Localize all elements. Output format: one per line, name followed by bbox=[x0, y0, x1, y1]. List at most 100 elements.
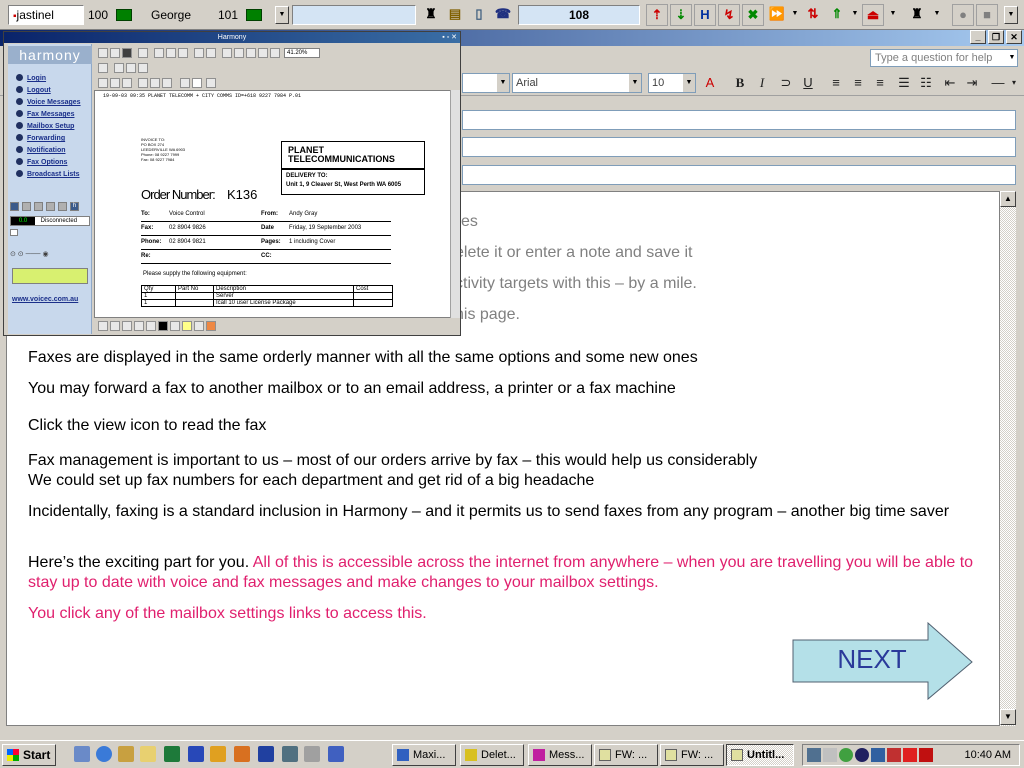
record-icon[interactable] bbox=[58, 202, 67, 211]
task-untitled[interactable]: Untitl... bbox=[726, 744, 794, 766]
style-combo[interactable]: ▼ bbox=[462, 73, 510, 93]
explorer-icon[interactable] bbox=[118, 746, 134, 762]
app-tray-icon[interactable] bbox=[903, 748, 917, 762]
nav-fax-messages[interactable]: Fax Messages bbox=[16, 110, 74, 118]
playback-slider[interactable]: ⊙ ⊙ ─── ◉ bbox=[10, 250, 90, 260]
pointer-icon[interactable] bbox=[98, 78, 108, 88]
messenger-icon[interactable] bbox=[919, 748, 933, 762]
transfer-icon[interactable]: ↯ bbox=[718, 4, 740, 26]
monitor-icon[interactable] bbox=[807, 748, 821, 762]
binoculars-icon[interactable]: ♜ bbox=[420, 4, 442, 26]
decrease-indent-icon[interactable]: ⇤ bbox=[940, 74, 960, 92]
subject-field[interactable] bbox=[462, 165, 1016, 185]
pickup-icon[interactable]: ⇡ bbox=[646, 4, 668, 26]
align-right-icon[interactable]: ≡ bbox=[870, 74, 890, 92]
forward-dropdown[interactable]: ▼ bbox=[788, 6, 802, 24]
contacts-icon[interactable]: ▤ bbox=[444, 4, 466, 26]
font-size-combo[interactable]: 10 ▼ bbox=[648, 73, 696, 93]
powerpoint-icon[interactable] bbox=[210, 746, 226, 762]
task-fw-2[interactable]: FW: ... bbox=[660, 744, 724, 766]
nav-voice-messages[interactable]: Voice Messages bbox=[16, 98, 81, 106]
italic-icon[interactable]: I bbox=[752, 74, 772, 92]
horizontal-line-icon[interactable]: — bbox=[988, 74, 1008, 92]
harmony-window[interactable]: Harmony ▪ ▫ ✕ harmony Login Logout Voice… bbox=[3, 31, 461, 336]
underline-icon[interactable]: U bbox=[798, 74, 818, 92]
bold-icon[interactable]: B bbox=[730, 74, 750, 92]
new-icon[interactable] bbox=[98, 48, 108, 58]
zoom-in-icon[interactable] bbox=[222, 48, 232, 58]
tools-icon[interactable] bbox=[304, 746, 320, 762]
page-icon[interactable] bbox=[270, 48, 280, 58]
vertical-scrollbar[interactable]: ▲ ▼ bbox=[1000, 191, 1016, 726]
fit-width-icon[interactable] bbox=[246, 48, 256, 58]
app-icon[interactable] bbox=[328, 746, 344, 762]
nav-forwarding[interactable]: Forwarding bbox=[16, 134, 65, 142]
save-icon[interactable] bbox=[122, 48, 132, 58]
text-tool-icon[interactable] bbox=[170, 321, 180, 331]
sync-icon[interactable] bbox=[871, 748, 885, 762]
image-tool-icon[interactable] bbox=[206, 321, 216, 331]
search-dropdown[interactable]: ▼ bbox=[930, 6, 944, 24]
record-icon[interactable]: ● bbox=[952, 4, 974, 26]
stop-icon[interactable]: ■ bbox=[976, 4, 998, 26]
select-icon[interactable] bbox=[110, 78, 120, 88]
hangup-icon[interactable]: ⇣ bbox=[670, 4, 692, 26]
task-maxi[interactable]: Maxi... bbox=[392, 744, 456, 766]
nav-logout[interactable]: Logout bbox=[16, 86, 51, 94]
copy-icon[interactable] bbox=[166, 48, 176, 58]
search-files-icon[interactable] bbox=[140, 746, 156, 762]
open-icon[interactable] bbox=[110, 48, 120, 58]
park-dropdown[interactable]: ▼ bbox=[848, 6, 862, 24]
nav-mailbox-setup[interactable]: Mailbox Setup bbox=[16, 122, 74, 130]
park-icon[interactable]: ⇑ bbox=[826, 4, 848, 26]
paste-icon[interactable] bbox=[178, 48, 188, 58]
help-dropdown-icon[interactable]: ▼ bbox=[1006, 50, 1018, 66]
website-link[interactable]: www.voicec.com.au bbox=[12, 296, 78, 303]
line-dropdown-button[interactable]: ▼ bbox=[275, 6, 289, 24]
fax-document[interactable]: 19-09-03 09:35 PLANET TELECOMM + CITY CO… bbox=[94, 90, 460, 318]
tool-a-icon[interactable] bbox=[114, 63, 124, 73]
line1-name-field[interactable]: ▪jastinel bbox=[8, 5, 84, 25]
freehand-tool-icon[interactable] bbox=[122, 321, 132, 331]
show-desktop-icon[interactable] bbox=[74, 746, 90, 762]
rotate-icon[interactable] bbox=[98, 63, 108, 73]
align-center-icon[interactable]: ≡ bbox=[848, 74, 868, 92]
nav-login[interactable]: Login bbox=[16, 74, 46, 82]
tool-b-icon[interactable] bbox=[126, 63, 136, 73]
to-field[interactable] bbox=[462, 110, 1016, 130]
zoom-field[interactable]: 41.20% bbox=[284, 48, 320, 58]
harmony-h-icon[interactable]: h bbox=[70, 202, 79, 211]
print-icon[interactable] bbox=[138, 48, 148, 58]
cut-icon[interactable] bbox=[154, 48, 164, 58]
annotate-icon[interactable] bbox=[138, 78, 148, 88]
straight-line-icon[interactable] bbox=[134, 321, 144, 331]
notes-icon[interactable]: ▯ bbox=[468, 4, 490, 26]
restore-icon[interactable]: ❐ bbox=[988, 30, 1004, 44]
line-tool-icon[interactable] bbox=[110, 321, 120, 331]
toolbar-more-icon[interactable]: ▾ bbox=[1008, 74, 1020, 92]
pause-icon[interactable] bbox=[22, 202, 31, 211]
hand-icon[interactable] bbox=[122, 78, 132, 88]
logout-phone-icon[interactable]: ⏏ bbox=[862, 4, 884, 26]
prev-icon[interactable] bbox=[46, 202, 55, 211]
outlook-icon[interactable] bbox=[188, 746, 204, 762]
logout-dropdown[interactable]: ▼ bbox=[886, 6, 900, 24]
word-icon[interactable] bbox=[258, 746, 274, 762]
numbering-icon[interactable]: ☷ bbox=[916, 74, 936, 92]
redo-icon[interactable] bbox=[206, 48, 216, 58]
bullets-icon[interactable]: ☰ bbox=[894, 74, 914, 92]
stamp-tool-icon[interactable] bbox=[194, 321, 204, 331]
nav-notification[interactable]: Notification bbox=[16, 146, 66, 154]
align-left-icon[interactable]: ≡ bbox=[826, 74, 846, 92]
volume-box[interactable] bbox=[10, 229, 18, 236]
toolbar-options-dropdown[interactable]: ▼ bbox=[1004, 6, 1018, 24]
dial-input[interactable] bbox=[292, 5, 416, 25]
search-icon[interactable]: ♜ bbox=[906, 4, 928, 26]
font-color-icon[interactable]: A bbox=[700, 74, 720, 92]
zoom-out-icon[interactable] bbox=[234, 48, 244, 58]
nav-fax-options[interactable]: Fax Options bbox=[16, 158, 67, 166]
page-next-icon[interactable] bbox=[206, 78, 216, 88]
filled-rect-icon[interactable] bbox=[158, 321, 168, 331]
arrow-tool-icon[interactable] bbox=[98, 321, 108, 331]
network-status-icon[interactable] bbox=[855, 748, 869, 762]
